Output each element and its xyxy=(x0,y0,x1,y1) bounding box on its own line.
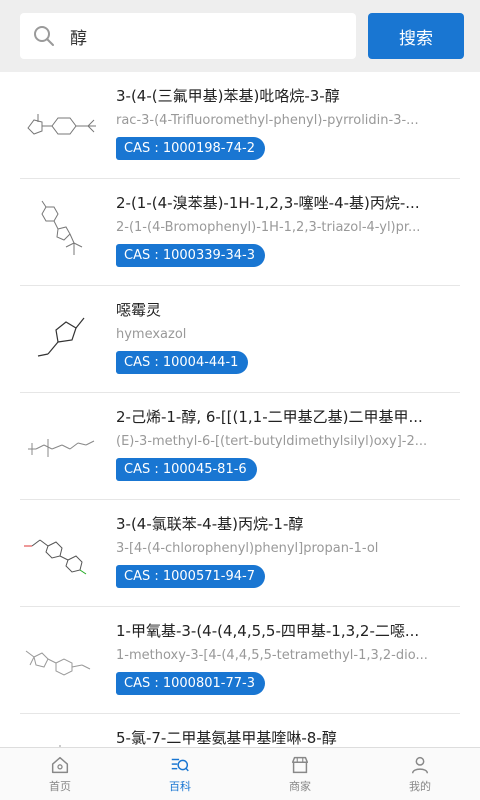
search-button[interactable]: 搜索 xyxy=(368,13,464,59)
item-english-name: 3-[4-(4-chlorophenyl)phenyl]propan-1-ol xyxy=(116,541,379,556)
cas-badge: CAS : 10004-44-1 xyxy=(116,351,249,374)
cas-badge: CAS : 100045-81-6 xyxy=(116,458,257,481)
search-input[interactable] xyxy=(70,26,330,46)
home-icon xyxy=(51,756,69,774)
structure-image xyxy=(20,72,116,178)
tab-label: 我的 xyxy=(409,780,431,793)
list-item[interactable]: 3-(4-氯联苯-4-基)丙烷-1-醇 3-[4-(4-chlorophenyl… xyxy=(20,500,460,607)
user-icon xyxy=(411,756,429,774)
structure-image xyxy=(20,179,116,285)
cas-badge: CAS : 1000198-74-2 xyxy=(116,137,265,160)
item-name: 3-(4-氯联苯-4-基)丙烷-1-醇 xyxy=(116,515,304,533)
structure-image xyxy=(20,393,116,499)
tab-encyclopedia[interactable]: 百科 xyxy=(120,748,240,800)
structure-image xyxy=(20,607,116,713)
list-item[interactable]: 1-甲氧基-3-(4-(4,4,5,5-四甲基-1,3,2-二噁... 1-me… xyxy=(20,607,460,714)
search-icon xyxy=(32,24,56,48)
search-box[interactable] xyxy=(20,13,356,59)
bottom-tab-bar: 首页 百科 商家 我的 xyxy=(0,747,480,800)
list-item[interactable]: 2-己烯-1-醇, 6-[[(1,1-二甲基乙基)二甲基甲... (E)-3-m… xyxy=(20,393,460,500)
list-item[interactable]: 2-(1-(4-溴苯基)-1H-1,2,3-噻唑-4-基)丙烷-... 2-(1… xyxy=(20,179,460,286)
tab-label: 百科 xyxy=(169,780,191,793)
item-name: 2-己烯-1-醇, 6-[[(1,1-二甲基乙基)二甲基甲... xyxy=(116,408,423,426)
item-english-name: 1-methoxy-3-[4-(4,4,5,5-tetramethyl-1,3,… xyxy=(116,648,428,663)
item-english-name: hymexazol xyxy=(116,327,187,342)
list-item[interactable]: 噁霉灵 hymexazol CAS : 10004-44-1 xyxy=(20,286,460,393)
tab-label: 商家 xyxy=(289,780,311,793)
result-list: 3-(4-(三氟甲基)苯基)吡咯烷-3-醇 rac-3-(4-Trifluoro… xyxy=(0,72,480,747)
encyclopedia-icon xyxy=(171,758,189,772)
item-name: 3-(4-(三氟甲基)苯基)吡咯烷-3-醇 xyxy=(116,87,340,105)
tab-home[interactable]: 首页 xyxy=(0,748,120,800)
item-name: 5-氯-7-二甲基氨基甲基喹啉-8-醇 xyxy=(116,729,337,747)
tab-profile[interactable]: 我的 xyxy=(360,748,480,800)
item-english-name: (E)-3-methyl-6-[(tert-butyldimethylsilyl… xyxy=(116,434,428,449)
item-name: 2-(1-(4-溴苯基)-1H-1,2,3-噻唑-4-基)丙烷-... xyxy=(116,194,420,212)
structure-image xyxy=(20,500,116,606)
cas-badge: CAS : 1000801-77-3 xyxy=(116,672,265,695)
structure-image xyxy=(20,286,116,392)
search-bar: 搜索 xyxy=(0,0,480,72)
cas-badge: CAS : 1000339-34-3 xyxy=(116,244,265,267)
tab-label: 首页 xyxy=(49,780,71,793)
item-english-name: 2-(1-(4-Bromophenyl)-1H-1,2,3-triazol-4-… xyxy=(116,220,421,235)
list-item[interactable]: 3-(4-(三氟甲基)苯基)吡咯烷-3-醇 rac-3-(4-Trifluoro… xyxy=(20,72,460,179)
list-item[interactable]: 5-氯-7-二甲基氨基甲基喹啉-8-醇 xyxy=(20,714,460,747)
tab-store[interactable]: 商家 xyxy=(240,748,360,800)
cas-badge: CAS : 1000571-94-7 xyxy=(116,565,265,588)
store-icon xyxy=(291,756,309,774)
item-name: 1-甲氧基-3-(4-(4,4,5,5-四甲基-1,3,2-二噁... xyxy=(116,622,420,640)
item-name: 噁霉灵 xyxy=(116,301,162,319)
item-english-name: rac-3-(4-Trifluoromethyl-phenyl)-pyrroli… xyxy=(116,113,419,128)
structure-image xyxy=(20,714,116,747)
